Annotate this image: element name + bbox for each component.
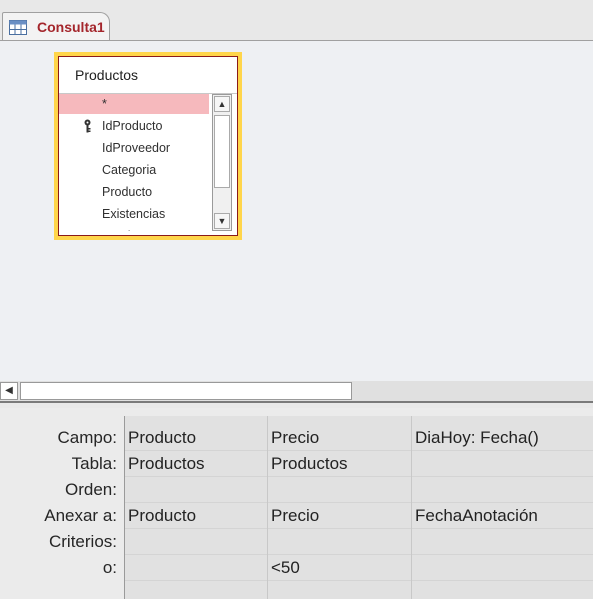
field-item[interactable]: Existencias [59,204,209,224]
primary-key-icon [84,119,91,133]
row-label: o: [102,558,117,577]
scroll-thumb[interactable] [214,115,230,188]
field-name: Existencias [102,207,166,221]
grid-column: Producto Productos Producto [125,416,268,599]
grid-columns: Producto Productos Producto Precio Productos… [124,416,593,599]
row-label: Criterios: [48,532,117,551]
field-item[interactable]: * [59,94,209,114]
grid-cell-criterios[interactable] [412,529,593,555]
table-field-list-panel: Productos * IdProducto IdProveedor Categori… [58,56,238,236]
tab-consulta1[interactable]: Consulta1 [2,12,110,41]
grid-cell-campo[interactable]: DiaHoy: Fecha() [412,425,593,451]
design-grid: Campo: Tabla: Orden: Anexar a: Criterios: o: … [0,408,593,599]
grid-cell-tabla[interactable]: Productos [125,451,267,477]
row-label: Tabla: [71,454,117,473]
grid-column: DiaHoy: Fecha() FechaAnotación [412,416,593,599]
grid-cell-anexar[interactable]: Precio [268,503,411,529]
field-item[interactable]: IdProducto [59,116,209,136]
grid-cell-tabla[interactable] [412,451,593,477]
field-name: Categoria [102,163,157,177]
row-label: Campo: [57,428,117,447]
grid-cell-orden[interactable] [268,477,411,503]
grid-cell-tabla[interactable]: Productos [268,451,411,477]
row-label: Anexar a: [44,506,117,525]
field-name: * [102,97,107,111]
query-icon [9,20,27,35]
query-design-canvas[interactable]: Productos * IdProducto IdProveedor Categori… [0,41,593,381]
grid-cell-campo[interactable]: Precio [268,425,411,451]
field-name: IdProveedor [102,141,171,155]
field-name: Producto [102,185,153,199]
horizontal-scroll-thumb[interactable] [20,382,352,400]
grid-cell-orden[interactable] [412,477,593,503]
grid-cell-criterios[interactable] [268,529,411,555]
row-label: Orden: [65,480,117,499]
scroll-down-button[interactable]: ▼ [214,213,230,229]
field-item[interactable]: Categoria [59,160,209,180]
grid-cell-anexar[interactable]: FechaAnotación [412,503,593,529]
grid-column: Precio Productos Precio <50 [268,416,412,599]
tab-label: Consulta1 [37,19,105,35]
document-tab-bar: Consulta1 [0,0,593,41]
grid-cell-campo[interactable]: Producto [125,425,267,451]
field-name: IdProducto [102,119,163,133]
field-item[interactable]: Producto [59,182,209,202]
grid-cell-anexar[interactable]: Producto [125,503,267,529]
grid-cell-o[interactable] [125,555,267,581]
scroll-left-button[interactable]: ◀ [0,382,18,400]
field-item[interactable]: IdProveedor [59,138,209,158]
grid-cell-o[interactable]: <50 [268,555,411,581]
table-field-list[interactable]: Productos * IdProducto IdProveedor Categori… [54,52,242,240]
grid-cell-criterios[interactable] [125,529,267,555]
field-list: * IdProducto IdProveedor Categoria Producto E… [59,57,212,231]
field-name: Precio [102,229,137,231]
grid-cell-orden[interactable] [125,477,267,503]
horizontal-scrollbar[interactable]: ◀ [0,381,593,401]
field-item[interactable]: Precio [59,226,209,231]
grid-cell-o[interactable] [412,555,593,581]
scroll-up-button[interactable]: ▲ [214,96,230,112]
pane-splitter[interactable] [0,401,593,408]
vertical-scrollbar[interactable]: ▲ ▼ [212,94,232,231]
